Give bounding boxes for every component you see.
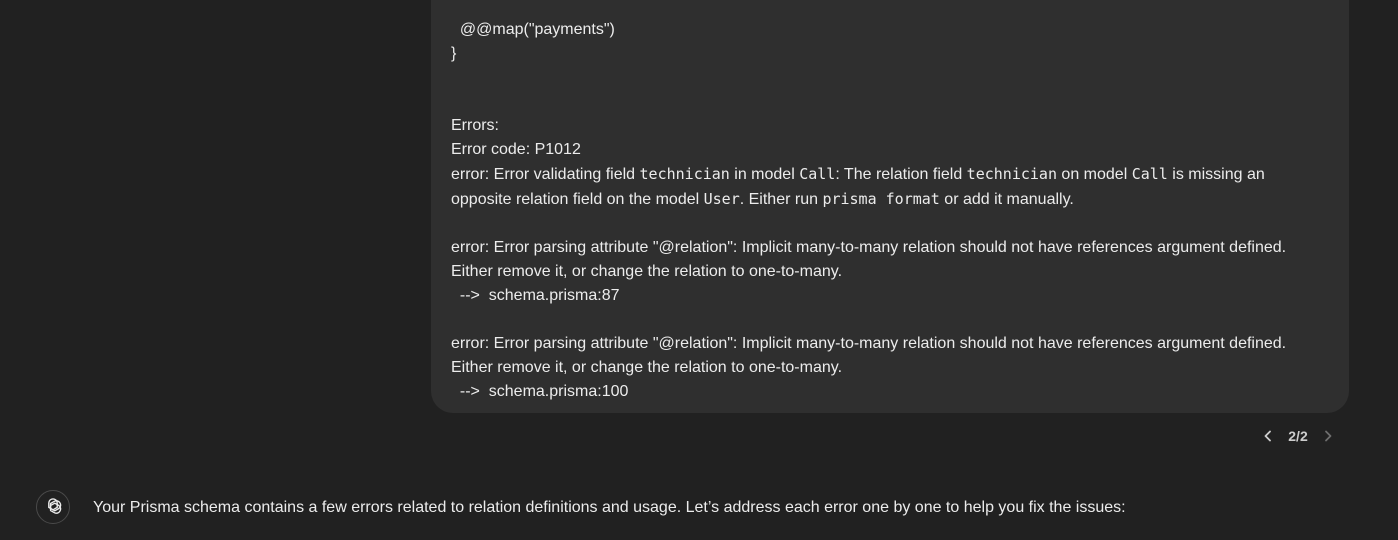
previous-version-button[interactable] — [1257, 424, 1279, 448]
inline-code: User — [703, 190, 740, 208]
inline-code: prisma format — [822, 190, 940, 208]
text-segment: on model — [1056, 166, 1132, 183]
text-segment: error: Error validating field — [451, 166, 640, 183]
openai-logo-icon — [48, 498, 62, 514]
text-segment: in model — [729, 166, 800, 183]
text-segment: or add it manually. — [939, 191, 1074, 208]
message-pagination: 2/2 — [1257, 424, 1339, 448]
error-3-location: --> schema.prisma:100 — [451, 383, 629, 400]
error-1-line-2: opposite relation field on the model Use… — [451, 187, 1074, 212]
assistant-message-text: Your Prisma schema contains a few errors… — [93, 499, 1126, 516]
error-3-line-2: Either remove it, or change the relation… — [451, 359, 843, 376]
version-counter: 2/2 — [1288, 428, 1308, 444]
chevron-right-icon — [1325, 430, 1332, 442]
chat-page: @@map("payments") } Errors: Error code: … — [0, 0, 1398, 540]
inline-code: technician — [639, 165, 730, 183]
text-segment: . Either run — [739, 191, 823, 208]
error-3-line-1: error: Error parsing attribute "@relatio… — [451, 335, 1287, 352]
chevron-left-icon — [1264, 430, 1271, 442]
error-1-line-1: error: Error validating field technician… — [451, 162, 1265, 187]
error-2-location: --> schema.prisma:87 — [451, 287, 620, 304]
inline-code: technician — [966, 165, 1057, 183]
user-message-bubble: @@map("payments") } Errors: Error code: … — [431, 0, 1349, 413]
text-segment: is missing an — [1167, 166, 1265, 183]
text-segment: : The relation field — [835, 166, 967, 183]
errors-heading: Errors: — [451, 117, 499, 134]
inline-code: Call — [799, 165, 836, 183]
error-code: Error code: P1012 — [451, 141, 581, 158]
code-line-map: @@map("payments") — [451, 21, 615, 38]
error-2-line-1: error: Error parsing attribute "@relatio… — [451, 239, 1287, 256]
inline-code: Call — [1131, 165, 1168, 183]
assistant-avatar — [36, 490, 70, 524]
code-line-brace: } — [451, 45, 457, 62]
error-2-line-2: Either remove it, or change the relation… — [451, 263, 843, 280]
next-version-button[interactable] — [1317, 424, 1339, 448]
text-segment: opposite relation field on the model — [451, 191, 704, 208]
